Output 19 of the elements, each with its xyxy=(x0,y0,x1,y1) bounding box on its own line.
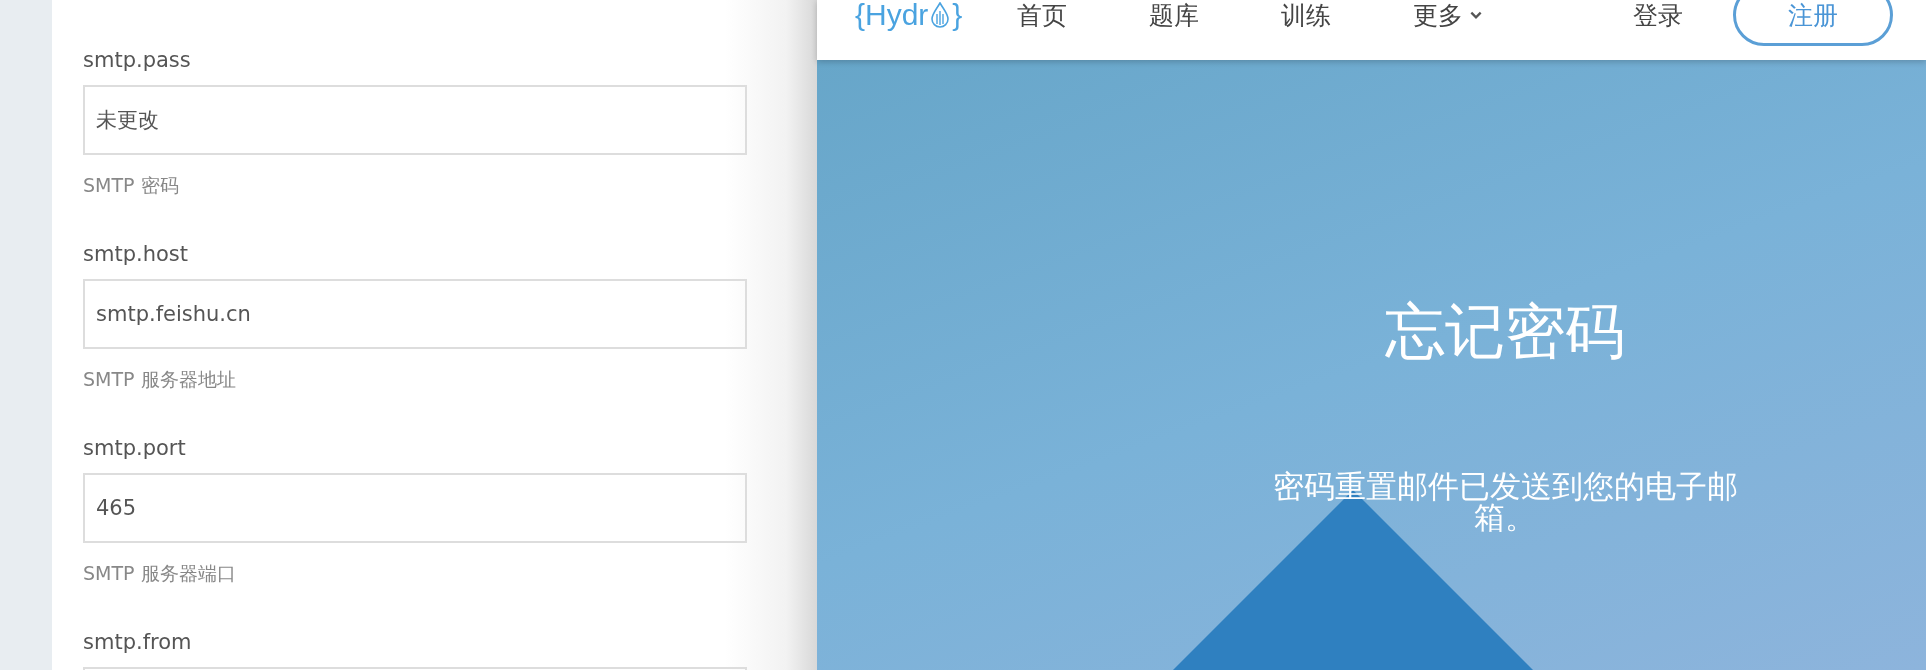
field-hint: SMTP 服务器端口 xyxy=(83,561,237,586)
field-label: smtp.host xyxy=(83,241,189,268)
status-message: 密码重置邮件已发送到您的电子邮箱。 xyxy=(1271,471,1739,533)
field-label: smtp.port xyxy=(83,435,187,462)
field-hint: SMTP 服务器地址 xyxy=(83,367,237,392)
field-label: smtp.from xyxy=(83,629,193,656)
nav-link[interactable]: 首页 xyxy=(1017,0,1068,32)
nav-link[interactable]: 更多 xyxy=(1413,0,1484,32)
field-label: smtp.pass xyxy=(83,47,192,74)
page-title: 忘记密码 xyxy=(1385,296,1625,366)
nav-link[interactable]: 题库 xyxy=(1149,0,1200,32)
login-link[interactable]: 登录 xyxy=(1633,0,1684,32)
nav-link[interactable]: 训练 xyxy=(1281,0,1332,32)
field-hint: SMTP 密码 xyxy=(83,173,180,198)
input-field[interactable]: 465 xyxy=(83,473,747,543)
droplet-icon xyxy=(930,2,951,28)
input-field[interactable]: 未更改 xyxy=(83,85,747,155)
input-field[interactable]: smtp.feishu.cn xyxy=(83,279,747,349)
caret-icon xyxy=(1469,10,1484,20)
